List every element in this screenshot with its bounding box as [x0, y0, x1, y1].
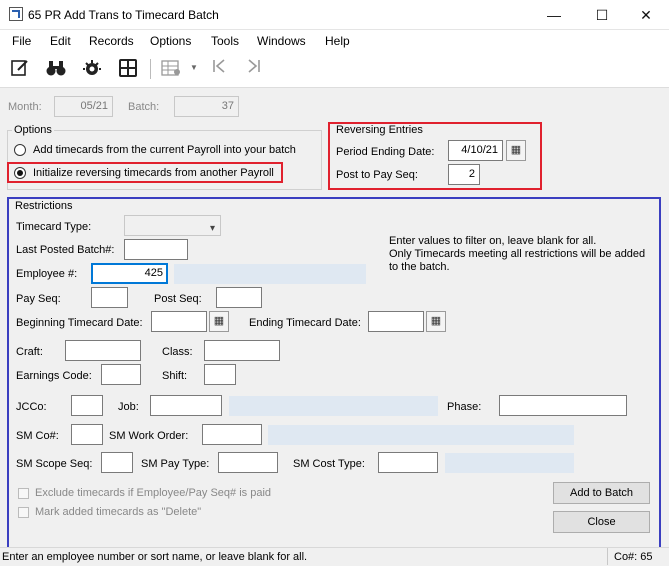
sm-scope-seq-label: SM Scope Seq: [16, 458, 93, 470]
last-record-icon[interactable] [242, 58, 266, 80]
app-icon [9, 7, 23, 21]
status-divider [607, 548, 608, 565]
menu-options[interactable]: Options [150, 34, 191, 48]
post-seq-field[interactable] [216, 287, 262, 308]
calendar-icon[interactable]: ▦ [209, 311, 229, 332]
sm-work-order-display [268, 425, 574, 445]
menu-edit[interactable]: Edit [50, 34, 71, 48]
radio-reversing-payroll[interactable] [14, 167, 26, 179]
restrictions-info-line1: Enter values to filter on, leave blank f… [389, 235, 597, 247]
batch-field: 37 [174, 96, 239, 117]
calendar-icon[interactable]: ▦ [506, 140, 526, 161]
mark-delete-checkbox[interactable] [18, 507, 29, 518]
maximize-button[interactable]: ☐ [579, 0, 625, 30]
add-to-batch-button[interactable]: Add to Batch [553, 482, 650, 504]
radio-current-payroll[interactable] [14, 144, 26, 156]
class-field[interactable] [204, 340, 280, 361]
earnings-code-field[interactable] [101, 364, 141, 385]
menu-windows[interactable]: Windows [257, 34, 306, 48]
beginning-date-field[interactable] [151, 311, 207, 332]
job-description-display [229, 396, 438, 416]
last-posted-batch-field[interactable] [124, 239, 188, 260]
ending-date-field[interactable] [368, 311, 424, 332]
company-indicator: Co#: 65 [614, 551, 653, 563]
restrictions-info-line3: to the batch. [389, 261, 450, 273]
edit-icon[interactable] [8, 58, 32, 80]
ending-date-label: Ending Timecard Date: [249, 317, 361, 329]
jcco-label: JCCo: [16, 401, 47, 413]
sm-co-field[interactable] [71, 424, 103, 445]
employee-field[interactable]: 425 [91, 263, 168, 284]
restrictions-title: Restrictions [15, 200, 73, 212]
post-seq-label: Post Seq: [154, 293, 202, 305]
calendar-icon[interactable]: ▦ [426, 311, 446, 332]
pay-seq-label: Pay Seq: [16, 293, 61, 305]
batch-label: Batch: [128, 101, 160, 113]
timecard-type-select[interactable]: ▾ [124, 215, 221, 236]
timecard-type-label: Timecard Type: [16, 221, 92, 233]
menu-help[interactable]: Help [325, 34, 350, 48]
shift-field[interactable] [204, 364, 236, 385]
options-title: Options [12, 124, 54, 136]
restrictions-info-line2: Only Timecards meeting all restrictions … [389, 248, 646, 260]
sm-co-label: SM Co#: [16, 430, 59, 442]
close-button[interactable]: Close [553, 511, 650, 533]
sm-pay-type-label: SM Pay Type: [141, 458, 210, 470]
dropdown-arrow-icon[interactable]: ▼ [190, 63, 198, 72]
radio-reversing-payroll-label[interactable]: Initialize reversing timecards from anot… [33, 167, 274, 179]
sm-work-order-field[interactable] [202, 424, 262, 445]
last-posted-batch-label: Last Posted Batch#: [16, 244, 115, 256]
exclude-paid-checkbox[interactable] [18, 488, 29, 499]
earnings-code-label: Earnings Code: [16, 370, 92, 382]
craft-label: Craft: [16, 346, 43, 358]
menu-tools[interactable]: Tools [211, 34, 239, 48]
sm-cost-type-label: SM Cost Type: [293, 458, 365, 470]
binoculars-icon[interactable] [44, 58, 68, 80]
period-ending-label: Period Ending Date: [336, 146, 435, 158]
radio-current-payroll-label[interactable]: Add timecards from the current Payroll i… [33, 144, 296, 156]
first-record-icon[interactable] [207, 58, 231, 80]
jcco-field[interactable] [71, 395, 103, 416]
beginning-date-label: Beginning Timecard Date: [16, 317, 143, 329]
craft-field[interactable] [65, 340, 141, 361]
exclude-paid-label: Exclude timecards if Employee/Pay Seq# i… [35, 487, 272, 499]
job-label: Job: [118, 401, 139, 413]
job-field[interactable] [150, 395, 222, 416]
employee-label: Employee #: [16, 268, 78, 280]
shift-label: Shift: [162, 370, 188, 382]
status-message: Enter an employee number or sort name, o… [2, 551, 308, 563]
employee-name-display [174, 264, 366, 284]
sm-cost-type-display [445, 453, 574, 473]
chevron-down-icon: ▾ [209, 223, 215, 234]
month-field: 05/21 [54, 96, 113, 117]
class-label: Class: [162, 346, 193, 358]
sm-cost-type-field[interactable] [378, 452, 438, 473]
post-to-pay-seq-field[interactable]: 2 [448, 164, 480, 185]
post-to-pay-seq-label: Post to Pay Seq: [336, 169, 418, 181]
minimize-button[interactable]: — [531, 0, 577, 30]
window-title: 65 PR Add Trans to Timecard Batch [28, 8, 219, 22]
mark-delete-label: Mark added timecards as "Delete" [35, 506, 202, 518]
sm-scope-seq-field[interactable] [101, 452, 133, 473]
phase-field[interactable] [499, 395, 627, 416]
period-ending-field[interactable]: 4/10/21 [448, 140, 503, 161]
menu-records[interactable]: Records [89, 34, 134, 48]
pay-seq-field[interactable] [91, 287, 128, 308]
menu-file[interactable]: File [12, 34, 31, 48]
toolbar-separator [150, 59, 151, 79]
grid-settings-icon[interactable] [160, 58, 184, 80]
calculator-icon[interactable] [116, 58, 140, 80]
phase-label: Phase: [447, 401, 482, 413]
reversing-entries-title: Reversing Entries [336, 124, 423, 136]
close-window-button[interactable]: ✕ [623, 0, 669, 30]
sm-pay-type-field[interactable] [218, 452, 278, 473]
settings-icon[interactable] [80, 58, 104, 80]
month-label: Month: [8, 101, 42, 113]
sm-work-order-label: SM Work Order: [109, 430, 189, 442]
